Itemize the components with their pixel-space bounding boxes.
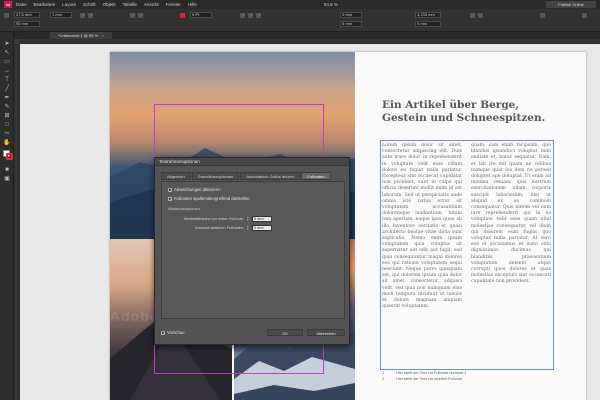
min-space-input[interactable]: 0 mm bbox=[252, 216, 272, 222]
align-right-icon[interactable] bbox=[256, 13, 261, 18]
screen-mode-icon[interactable]: ▣ bbox=[3, 175, 11, 182]
text-frame-options-dialog: Textrahmenoptionen Allgemein Grundlinien… bbox=[154, 157, 350, 345]
document-tab-bar: *Unbenannt-1 @ 85 % × bbox=[14, 32, 600, 39]
footnote-number-1: 1 bbox=[382, 371, 385, 375]
footnote-2[interactable]: Hier steht der Text zur zweiten Fußnote bbox=[396, 377, 462, 381]
override-checkbox[interactable]: ✓ Abweichungen aktivieren bbox=[168, 187, 221, 192]
publish-online-button[interactable]: Publish Online bbox=[546, 1, 596, 8]
span-columns-checkbox[interactable]: ✓ Fußnoten spaltenübergreifend darstelle… bbox=[168, 196, 249, 201]
scissors-tool-icon[interactable]: ✂ bbox=[3, 130, 11, 137]
align-left-icon[interactable] bbox=[240, 13, 245, 18]
tools-panel: ➤ ↖ ▭ ↔ T ╱ ✒ ✎ ⊠ □ ✂ ✋ ■ ▣ bbox=[0, 32, 14, 400]
document-tab[interactable]: *Unbenannt-1 @ 85 % × bbox=[50, 32, 113, 39]
stroke-swatch[interactable] bbox=[6, 153, 13, 160]
width-field[interactable]: 1 mm bbox=[50, 12, 72, 18]
shear-icon[interactable] bbox=[88, 13, 93, 18]
override-checkbox-box[interactable]: ✓ bbox=[168, 187, 172, 192]
rotate-icon[interactable] bbox=[80, 13, 85, 18]
document-canvas[interactable]: Adobe Stock · Adobe St Ein Artikel über … bbox=[14, 39, 600, 400]
text-wrap-icon[interactable] bbox=[470, 13, 475, 18]
inset-field-1[interactable]: 0 mm bbox=[340, 12, 362, 18]
between-space-label: Abstand zwischen Fußnoten: bbox=[195, 226, 244, 230]
align-center-icon[interactable] bbox=[248, 13, 253, 18]
selection-tool-icon[interactable]: ➤ bbox=[3, 40, 11, 47]
between-space-stepper-icon[interactable]: ▴ ▾ bbox=[247, 225, 250, 231]
dialog-tabs: Allgemein Grundlinienoptionen Automatisc… bbox=[161, 172, 332, 180]
type-tool-icon[interactable]: T bbox=[3, 76, 11, 83]
direct-selection-tool-icon[interactable]: ↖ bbox=[3, 49, 11, 56]
document-tab-label: *Unbenannt-1 @ 85 % bbox=[58, 33, 99, 38]
tab-fussnoten[interactable]: Fußnoten bbox=[301, 172, 331, 180]
gap-tool-icon[interactable]: ↔ bbox=[3, 67, 11, 74]
min-space-stepper-icon[interactable]: ▴ ▾ bbox=[247, 216, 250, 222]
tab-automatisch-groesse[interactable]: Automatisch Größe ändern bbox=[240, 172, 301, 180]
preview-checkbox-box[interactable]: ✓ bbox=[161, 330, 165, 335]
span-columns-label: Fußnoten spaltenübergreifend darstellen bbox=[174, 196, 250, 201]
title-line-1: Ein Artikel über Berge, bbox=[382, 99, 520, 111]
pencil-tool-icon[interactable]: ✎ bbox=[3, 103, 11, 110]
cancel-button[interactable]: Abbrechen bbox=[307, 329, 345, 336]
menu-datei[interactable]: Datei bbox=[16, 2, 27, 7]
flip-horizontal-icon[interactable] bbox=[130, 13, 135, 18]
menu-bearbeiten[interactable]: Bearbeiten bbox=[34, 2, 56, 7]
close-tab-icon[interactable]: × bbox=[102, 33, 104, 38]
inset-field-2[interactable]: 5 mm bbox=[340, 21, 362, 27]
menu-layout[interactable]: Layout bbox=[62, 2, 76, 7]
rectangle-tool-icon[interactable]: □ bbox=[3, 121, 11, 128]
reference-point-icon[interactable] bbox=[4, 13, 9, 18]
panel-menu-icon[interactable] bbox=[582, 13, 587, 18]
menu-schrift[interactable]: Schrift bbox=[83, 2, 96, 7]
min-space-label: Mindestabstand vor erster Fußnote: bbox=[183, 217, 244, 221]
article-title[interactable]: Ein Artikel über Berge, Gestein und Schn… bbox=[382, 99, 582, 125]
footnote-number-2: 2 bbox=[382, 377, 385, 381]
menu-bar: Id Datei Bearbeiten Layout Schrift Objek… bbox=[0, 0, 600, 9]
page-tool-icon[interactable]: ▭ bbox=[3, 58, 11, 65]
dialog-title[interactable]: Textrahmenoptionen bbox=[155, 158, 349, 166]
apply-color-icon[interactable]: ■ bbox=[3, 166, 11, 173]
override-label: Abweichungen aktivieren bbox=[174, 187, 221, 192]
gutter-field[interactable]: 0 mm bbox=[415, 21, 441, 27]
tab-allgemein[interactable]: Allgemein bbox=[161, 172, 191, 180]
columns-icon[interactable] bbox=[478, 13, 483, 18]
tab-grundlinienoptionen[interactable]: Grundlinienoptionen bbox=[191, 172, 240, 180]
hand-tool-icon[interactable]: ✋ bbox=[3, 139, 11, 146]
flip-vertical-icon[interactable] bbox=[138, 13, 143, 18]
y-position-field[interactable]: 95 mm bbox=[14, 21, 40, 27]
footnote-1[interactable]: Hier steht der Text zur Fußnote nummer 1 bbox=[396, 371, 466, 375]
stroke-weight-field[interactable]: 0 Pt bbox=[190, 12, 212, 18]
preview-label: Vorschau bbox=[167, 330, 185, 335]
effects-icon[interactable] bbox=[540, 13, 545, 18]
zoom-level[interactable]: 84,9 % bbox=[324, 2, 338, 7]
ok-button[interactable]: OK bbox=[267, 329, 303, 336]
indesign-logo: Id bbox=[4, 1, 12, 8]
x-position-field[interactable]: 27,5 mm bbox=[14, 12, 40, 18]
spacing-section-label: Abstandsoptionen bbox=[168, 206, 201, 211]
control-bar: 27,5 mm 95 mm 1 mm 0 Pt 0 mm 5 mm 4,233 … bbox=[0, 9, 600, 32]
pen-tool-icon[interactable]: ✒ bbox=[3, 94, 11, 101]
title-line-2: Gestein und Schneespitzen. bbox=[382, 112, 546, 124]
menu-ansicht[interactable]: Ansicht bbox=[144, 2, 159, 7]
menu-fenster[interactable]: Fenster bbox=[166, 2, 181, 7]
menu-objekt[interactable]: Objekt bbox=[103, 2, 116, 7]
baseline-field[interactable]: 4,233 mm bbox=[415, 12, 441, 18]
article-column-right[interactable]: quam, sam enim facipsum, quo blandus ips… bbox=[471, 143, 551, 365]
between-space-input[interactable]: 0 mm bbox=[252, 225, 272, 231]
menu-tabelle[interactable]: Tabelle bbox=[123, 2, 137, 7]
article-column-left[interactable]: Lorem ipsum dolor sit amet, consectetur … bbox=[382, 143, 462, 365]
rectangle-frame-tool-icon[interactable]: ⊠ bbox=[3, 112, 11, 119]
span-columns-checkbox-box[interactable]: ✓ bbox=[168, 196, 172, 201]
line-tool-icon[interactable]: ╱ bbox=[3, 85, 11, 92]
stroke-color-icon[interactable] bbox=[180, 13, 185, 18]
dialog-body: ✓ Abweichungen aktivieren ✓ Fußnoten spa… bbox=[161, 181, 345, 319]
preview-checkbox[interactable]: ✓ Vorschau bbox=[161, 330, 184, 335]
menu-hilfe[interactable]: Hilfe bbox=[188, 2, 197, 7]
